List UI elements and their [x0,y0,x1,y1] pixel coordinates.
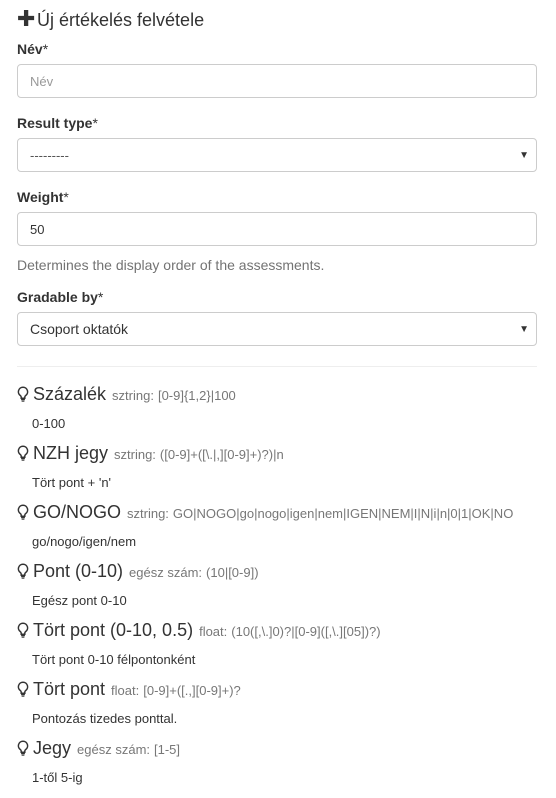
result-type-item: Jegy egész szám: [1-5] 1-től 5-ig [17,733,537,792]
result-type-kind: float: [111,683,140,698]
name-label: Név* [17,41,49,57]
result-type-regex: GO|NOGO|go|nogo|igen|nem|IGEN|NEM|I|N|i|… [172,506,514,521]
result-type-description: Tört pont + 'n' [32,475,112,490]
result-type-name: Tört pont (0-10, 0.5) [33,620,194,640]
divider [17,366,537,367]
lightbulb-icon [17,382,31,412]
result-type-label: Result type* [17,115,98,131]
result-type-name: NZH jegy [33,443,109,463]
result-type-description: 1-től 5-ig [32,770,83,785]
result-type-select[interactable]: --------- ▼ [17,138,537,172]
lightbulb-icon [17,736,31,766]
weight-input[interactable]: 50 [17,212,537,246]
result-type-kind: float: [199,624,228,639]
weight-value: 50 [30,221,45,237]
lightbulb-icon [17,618,31,648]
name-input[interactable]: Név [17,64,537,98]
result-type-regex: [0-9]+([.,][0-9]+)? [143,683,241,698]
result-type-name: Százalék [33,384,107,404]
result-type-description: go/nogo/igen/nem [32,534,137,549]
lightbulb-icon [17,500,31,530]
result-type-kind: sztring: [127,506,169,521]
gradable-by-select[interactable]: Csoport oktatók ▼ [17,312,537,346]
weight-label: Weight* [17,189,69,205]
result-type-regex: (10([,\.]0)?|[0-9]([,\.][05])?) [231,624,381,639]
name-placeholder: Név [30,73,54,89]
lightbulb-icon [17,677,31,707]
result-type-group: Result type* --------- ▼ [17,113,537,172]
result-type-description: 0-100 [32,416,66,431]
caret-down-icon: ▼ [519,324,529,335]
result-type-description: Tört pont 0-10 félpontonként [32,652,196,667]
gradable-by-selected: Csoport oktatók [30,321,129,337]
result-type-kind: sztring: [114,447,156,462]
plus-icon: ✚ [17,6,36,31]
result-type-item: Százalék sztring: [0-9]{1,2}|100 0-100 [17,379,537,438]
result-type-regex: ([0-9]+([\.|,][0-9]+)?)|n [159,447,284,462]
result-type-item: Tört pont (0-10, 0.5) float: (10([,\.]0)… [17,615,537,674]
result-type-regex: [1-5] [154,742,181,757]
result-type-description: Egész pont 0-10 [32,593,127,608]
result-type-item: Tört pont float: [0-9]+([.,][0-9]+)? Pon… [17,674,537,733]
result-type-name: Jegy [33,738,72,758]
result-type-regex: [0-9]{1,2}|100 [157,388,236,403]
lightbulb-icon [17,441,31,471]
name-group: Név* Név [17,39,537,98]
page-title: Új értékelés felvétele [37,9,205,30]
result-type-kind: egész szám: [129,565,203,580]
lightbulb-icon [17,559,31,589]
gradable-by-group: Gradable by* Csoport oktatók ▼ [17,287,537,346]
result-type-regex: (10|[0-9]) [206,565,259,580]
result-type-name: Tört pont [33,679,106,699]
form-header: ✚ Új értékelés felvétele [17,0,537,39]
result-type-item: NZH jegy sztring: ([0-9]+([\.|,][0-9]+)?… [17,438,537,497]
weight-group: Weight* 50 Determines the display order … [17,187,537,275]
result-type-selected: --------- [30,147,69,163]
new-assessment-form: ✚ Új értékelés felvétele Név* Név Result… [0,0,556,792]
result-type-item: GO/NOGO sztring: GO|NOGO|go|nogo|igen|ne… [17,497,537,556]
caret-down-icon: ▼ [519,150,529,161]
result-type-name: GO/NOGO [33,502,122,522]
result-type-description: Pontozás tizedes ponttal. [32,711,178,726]
result-type-kind: egész szám: [77,742,151,757]
gradable-by-label: Gradable by* [17,289,104,305]
result-type-name: Pont (0-10) [33,561,124,581]
result-types-list: Százalék sztring: [0-9]{1,2}|100 0-100 N… [17,379,537,792]
weight-help-text: Determines the display order of the asse… [17,257,325,273]
result-type-kind: sztring: [112,388,154,403]
result-type-item: Pont (0-10) egész szám: (10|[0-9]) Egész… [17,556,537,615]
